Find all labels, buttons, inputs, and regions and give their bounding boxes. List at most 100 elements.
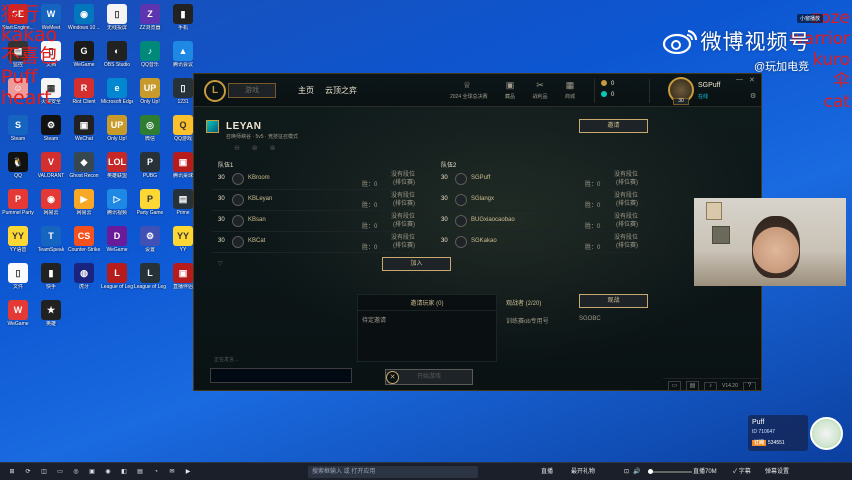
weibo-title: 微博视频号	[700, 30, 811, 54]
team2-player-slot[interactable]: 30 BUGxiaocaobao 胜：0 没有段位 (排位赛)	[435, 212, 640, 232]
taskbar-app-icon[interactable]: ⟳	[22, 466, 34, 478]
desktop-shortcut[interactable]: ▯ 无线投屏	[101, 4, 133, 31]
spectate-button[interactable]: 观战	[579, 294, 648, 308]
taskbar-app-icon[interactable]: ▶	[182, 466, 194, 478]
taskbar-tray-item[interactable]: 最开礼物	[571, 466, 595, 478]
desktop-shortcut[interactable]: ◉ 网易云	[35, 189, 67, 216]
mic-icon[interactable]: ♪	[704, 382, 717, 390]
taskbar-app-icon[interactable]: ✉	[166, 466, 178, 478]
taskbar-tray-item[interactable]: ⊡	[624, 466, 629, 478]
tab-home[interactable]: 主页	[298, 85, 314, 96]
desktop-shortcut[interactable]: ▷ 腾讯视频	[101, 189, 133, 216]
desktop-shortcut[interactable]: e Microsoft Edge	[101, 78, 133, 105]
team2-player-slot[interactable]: 30 SGPuff 胜：0 没有段位 (排位赛)	[435, 170, 640, 190]
join-team-button[interactable]: 加入	[382, 257, 451, 271]
help-icon[interactable]: ?	[742, 382, 756, 390]
desktop-shortcut[interactable]: ◆ Ghost Recon	[68, 152, 100, 179]
desktop-shortcut[interactable]: T TeamSpeak	[35, 226, 67, 253]
team1-player-slot[interactable]: 30 KBLeyan 胜：0 没有段位 (排位赛)	[212, 191, 417, 211]
desktop-shortcut[interactable]: LOL 英雄联盟	[101, 152, 133, 179]
desktop-shortcut[interactable]: Z ZZ浏览器	[134, 4, 166, 31]
store-nav-button[interactable]: ▦ 商城	[557, 79, 583, 100]
streamer-avatar[interactable]	[810, 417, 843, 450]
profile-panel[interactable]: 30 SGPuff 在线	[668, 76, 758, 105]
rank-queue: (排位赛)	[393, 243, 415, 249]
desktop-shortcut[interactable]: ★ 英雄	[35, 300, 67, 327]
desktop-shortcut[interactable]: ◉ Windows 10 ...	[68, 4, 100, 31]
desktop-shortcut[interactable]: ▶ 网易云	[68, 189, 100, 216]
leave-lobby-close-icon[interactable]: ✕	[386, 371, 399, 384]
taskbar-app-icon[interactable]: ◔	[150, 466, 162, 478]
tab-tft[interactable]: 云顶之弈	[325, 85, 357, 96]
mini-window-badge[interactable]: 小窗播放	[797, 14, 824, 23]
taskbar-app-icon[interactable]: ◧	[118, 466, 130, 478]
taskbar-app-icon[interactable]: ⊞	[6, 466, 18, 478]
desktop-shortcut[interactable]: LLeague of Legends	[101, 263, 133, 290]
close-button[interactable]: ✕	[749, 76, 755, 84]
taskbar-app-icon[interactable]: ◉	[102, 466, 114, 478]
taskbar-app-icon[interactable]: ▤	[134, 466, 146, 478]
desktop-shortcut[interactable]: LLeague of Legends	[134, 263, 166, 290]
desktop-shortcut[interactable]: ◐ OBS Studio	[101, 41, 133, 68]
minimize-button[interactable]: —	[736, 76, 743, 83]
desktop-shortcut[interactable]: V VALORANT	[35, 152, 67, 179]
team1-player-slot[interactable]: 30 KBsan 胜：0 没有段位 (排位赛)	[212, 212, 417, 232]
desktop-shortcut[interactable]: YY YY语音	[2, 226, 34, 253]
friends-icon[interactable]: ▤	[686, 381, 699, 390]
settings-gear-icon[interactable]: ⚙	[750, 92, 756, 100]
desktop-shortcut[interactable]: P Pummel Party	[2, 189, 34, 216]
worlds-nav-button[interactable]: ♕ 2024 全球总决赛	[450, 79, 488, 100]
team2-player-slot[interactable]: 30 SGKakao 胜：0 没有段位 (排位赛)	[435, 233, 640, 253]
desktop-shortcut[interactable]: G WeGame	[68, 41, 100, 68]
desktop-shortcut[interactable]: UP Only Up!	[134, 78, 166, 105]
desktop-shortcut[interactable]: ⚙ 设置	[134, 226, 166, 253]
desktop-shortcut[interactable]: ▮ 手机	[167, 4, 199, 31]
taskbar-tray-item[interactable]: 🔊	[633, 466, 640, 478]
profile-status[interactable]: 在线	[698, 93, 708, 100]
volume-handle[interactable]	[648, 469, 653, 474]
lol-logo-icon[interactable]: L	[204, 80, 226, 102]
invite-button[interactable]: 邀请	[579, 119, 648, 133]
shortcut-label: Only Up!	[107, 136, 127, 142]
chat-input[interactable]	[210, 368, 352, 383]
play-button[interactable]: 游戏	[228, 83, 276, 98]
desktop-shortcut[interactable]: ⚙ Steam	[35, 115, 67, 142]
taskbar-app-icon[interactable]: ◫	[38, 466, 50, 478]
app-icon: e	[107, 78, 127, 98]
collection-nav-button[interactable]: ▣ 藏品	[497, 79, 523, 100]
desktop-shortcut[interactable]: R Riot Client	[68, 78, 100, 105]
team2-player-slot[interactable]: 30 SGlangx 胜：0 没有段位 (排位赛)	[435, 191, 640, 211]
currency-panel[interactable]: 0 0	[594, 79, 650, 103]
desktop-shortcut[interactable]: W WeGame	[2, 300, 34, 327]
taskbar-tray-item[interactable]: 直播70M	[693, 466, 717, 478]
desktop-shortcut[interactable]: S Steam	[2, 115, 34, 142]
loot-nav-button[interactable]: ✂ 战利品	[527, 79, 553, 100]
volume-slider[interactable]	[648, 469, 692, 474]
desktop-shortcut[interactable]: ◎ 微信	[134, 115, 166, 142]
desktop-shortcut[interactable]: D WeGame	[101, 226, 133, 253]
taskbar-tray-item[interactable]: 直播	[541, 466, 553, 478]
desktop-shortcut[interactable]: ▣ WeChat	[68, 115, 100, 142]
chat-icon[interactable]: ▭	[668, 381, 681, 390]
desktop-shortcut[interactable]: UP Only Up!	[101, 115, 133, 142]
taskbar-app-icon[interactable]: ▣	[86, 466, 98, 478]
streamer-info-widget[interactable]: Puff ID 710647 订阅 534551	[748, 415, 844, 453]
taskbar-app-icon[interactable]: ▭	[54, 466, 66, 478]
team1-player-slot[interactable]: 30 KBroom 胜：0 没有段位 (排位赛)	[212, 170, 417, 190]
desktop-shortcut[interactable]: 🐧 QQ	[2, 152, 34, 179]
desktop-shortcut[interactable]: ◍ 虎牙	[68, 263, 100, 290]
desktop-shortcut[interactable]: P Party Game	[134, 189, 166, 216]
desktop-shortcut[interactable]: ▮ 快手	[35, 263, 67, 290]
team1-expand-icon[interactable]: ▽	[218, 260, 223, 274]
taskbar-search-input[interactable]: 搜索框输入 或 打开应用	[308, 466, 478, 478]
desktop-shortcut[interactable]: ▯ 文件	[2, 263, 34, 290]
desktop-shortcut[interactable]: ▲ 腾讯会议	[167, 41, 199, 68]
taskbar-tray-item[interactable]: ✓ 字幕	[733, 466, 751, 478]
desktop-shortcut[interactable]: CS Counter-Strike	[68, 226, 100, 253]
subscribe-badge[interactable]: 订阅	[752, 440, 767, 446]
team1-player-slot[interactable]: 30 KBCat 胜：0 没有段位 (排位赛)	[212, 233, 417, 253]
desktop-shortcut[interactable]: ♪ QQ音乐	[134, 41, 166, 68]
taskbar-tray-item[interactable]: 弹幕设置	[765, 466, 789, 478]
desktop-shortcut[interactable]: P PUBG	[134, 152, 166, 179]
taskbar-app-icon[interactable]: ◎	[70, 466, 82, 478]
